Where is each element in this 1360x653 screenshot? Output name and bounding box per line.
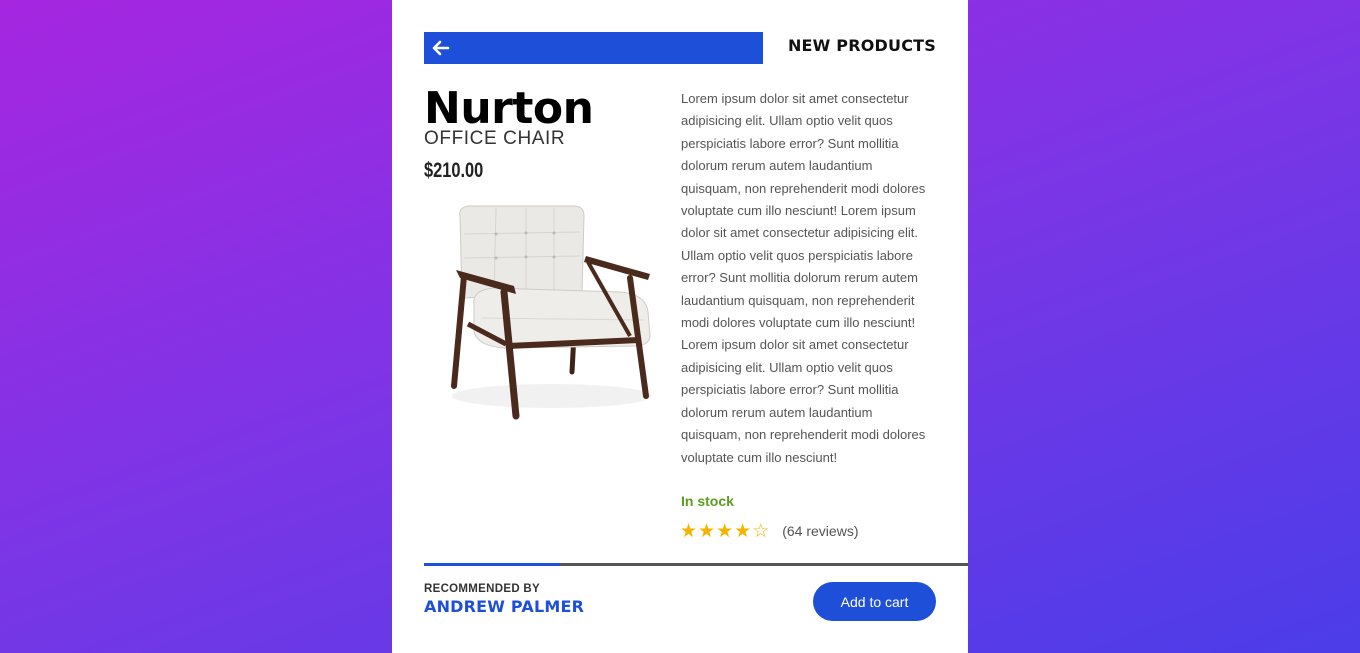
product-card: NEW PRODUCTS Nurton OFFICE CHAIR $210.00 (392, 0, 968, 653)
star-filled-icon: ★ (734, 520, 752, 542)
armchair-image (451, 205, 652, 420)
recommended-name[interactable]: ANDREW PALMER (424, 597, 584, 616)
arrow-left-icon (432, 40, 450, 56)
recommended-label: RECOMMENDED BY (424, 583, 541, 595)
divider (424, 563, 968, 566)
divider-accent (424, 563, 560, 566)
add-to-cart-button[interactable]: Add to cart (813, 582, 936, 621)
star-filled-icon: ★ (716, 520, 734, 542)
star-empty-icon: ☆ (752, 520, 770, 542)
rating: ★★★★☆ (64 reviews) (680, 520, 858, 542)
product-description: Lorem ipsum dolor sit amet consectetur a… (681, 91, 926, 465)
stock-status: In stock (681, 493, 734, 509)
star-filled-icon: ★ (680, 520, 698, 542)
section-title: NEW PRODUCTS (787, 36, 936, 55)
reviews-count[interactable]: (64 reviews) (782, 523, 858, 539)
back-button[interactable] (424, 32, 763, 64)
product-price: $210.00 (424, 159, 484, 182)
product-type: OFFICE CHAIR (424, 128, 566, 149)
rating-stars: ★★★★☆ (680, 520, 770, 542)
star-filled-icon: ★ (698, 520, 716, 542)
